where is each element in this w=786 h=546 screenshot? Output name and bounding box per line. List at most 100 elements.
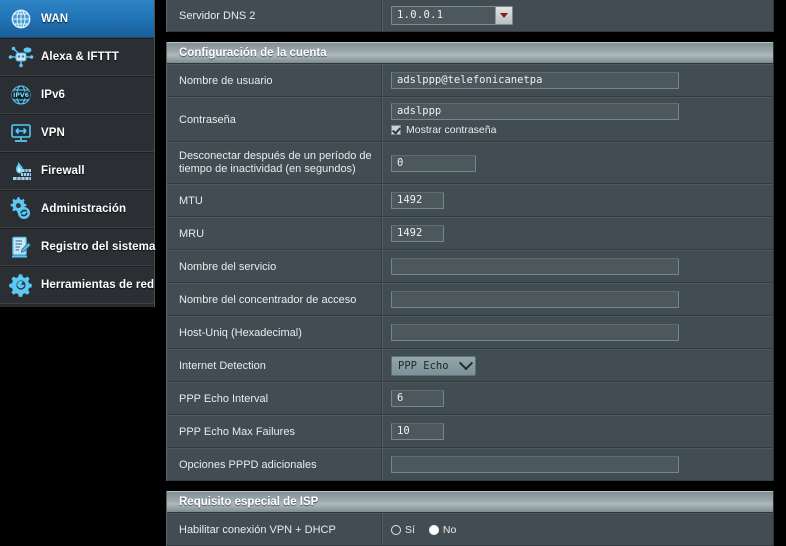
idle-disconnect-input[interactable] <box>391 154 476 172</box>
show-password-row[interactable]: Mostrar contraseña <box>391 124 765 136</box>
row-field: 1.0.0.1 <box>382 0 773 31</box>
row-label: Contraseña <box>167 98 382 141</box>
ppp-echo-interval-input[interactable] <box>391 390 444 407</box>
show-password-label: Mostrar contraseña <box>406 124 497 136</box>
row-field <box>382 143 773 183</box>
row-field <box>382 449 773 480</box>
sidebar-item-label: Herramientas de red <box>41 279 155 291</box>
sidebar-item-ipv6[interactable]: IPV6 IPv6 <box>0 76 154 114</box>
host-uniq-input[interactable] <box>391 324 679 341</box>
row-servidor-dns-2: Servidor DNS 2 1.0.0.1 <box>167 0 773 32</box>
radio-label: Sí <box>405 523 415 536</box>
username-input[interactable] <box>391 72 679 89</box>
row-label: Nombre del servicio <box>167 251 382 282</box>
row-label: Opciones PPPD adicionales <box>167 449 382 480</box>
row-internet-detection: Internet Detection PPP Echo <box>167 349 773 382</box>
row-label: Nombre de usuario <box>167 65 382 96</box>
firewall-flame-icon <box>8 158 34 184</box>
radio-icon <box>391 524 401 535</box>
row-field <box>382 251 773 282</box>
panel-divider <box>166 32 774 42</box>
mtu-input[interactable] <box>391 192 444 209</box>
radio-option-no[interactable]: No <box>428 523 457 536</box>
alexa-ifttt-icon <box>8 44 34 70</box>
radio-option-si[interactable]: Sí <box>391 524 415 536</box>
row-opciones-pppd: Opciones PPPD adicionales <box>167 448 773 481</box>
internet-detection-value: PPP Echo <box>398 359 449 372</box>
sidebar-item-label: Firewall <box>41 165 85 177</box>
isp-requirement-panel: Requisito especial de ISP Habilitar cone… <box>166 491 774 546</box>
row-field <box>382 317 773 348</box>
sidebar-item-label: Alexa & IFTTT <box>41 51 119 63</box>
sidebar-item-label: Administración <box>41 203 127 215</box>
vpn-monitor-icon <box>8 120 34 146</box>
row-label: PPP Echo Max Failures <box>167 416 382 447</box>
password-input[interactable] <box>391 103 679 120</box>
row-label: Nombre del concentrador de acceso <box>167 284 382 315</box>
row-mru: MRU <box>167 217 773 250</box>
gear-refresh-icon <box>8 196 34 222</box>
chevron-down-icon <box>500 13 508 18</box>
service-name-input[interactable] <box>391 258 679 275</box>
dns-panel: Servidor DNS 2 1.0.0.1 <box>166 0 774 32</box>
panel-divider <box>166 481 774 491</box>
row-mtu: MTU <box>167 184 773 217</box>
log-document-icon <box>8 234 34 260</box>
dropdown-toggle-button[interactable] <box>495 7 512 24</box>
ppp-echo-max-failures-input[interactable] <box>391 423 444 440</box>
row-label: Habilitar conexión VPN + DHCP <box>167 514 382 545</box>
row-label: MTU <box>167 185 382 216</box>
row-label: Internet Detection <box>167 350 382 381</box>
row-label: PPP Echo Interval <box>167 383 382 414</box>
row-nombre-de-usuario: Nombre de usuario <box>167 64 773 97</box>
sidebar-item-label: WAN <box>41 12 69 25</box>
sidebar-item-alexa-ifttt[interactable]: Alexa & IFTTT <box>0 38 154 76</box>
sidebar-item-label: Registro del sistema <box>41 241 156 253</box>
svg-text:IPV6: IPV6 <box>13 92 29 99</box>
row-field <box>382 416 773 447</box>
chevron-down-icon <box>458 355 474 370</box>
main-content: Servidor DNS 2 1.0.0.1 Configuración de … <box>166 0 774 546</box>
row-label: MRU <box>167 218 382 249</box>
row-field <box>382 383 773 414</box>
sidebar-item-registro-del-sistema[interactable]: Registro del sistema <box>0 228 156 266</box>
section-header-account: Configuración de la cuenta <box>167 42 773 64</box>
sidebar-item-herramientas-de-red[interactable]: Herramientas de red <box>0 266 154 304</box>
dns2-dropdown-value: 1.0.0.1 <box>397 9 444 21</box>
row-ppp-echo-interval: PPP Echo Interval <box>167 382 773 415</box>
row-field <box>382 218 773 249</box>
row-field: Sí No <box>382 514 773 545</box>
row-ppp-echo-max-failures: PPP Echo Max Failures <box>167 415 773 448</box>
sidebar-item-firewall[interactable]: Firewall <box>0 152 154 190</box>
dns2-dropdown[interactable]: 1.0.0.1 <box>391 6 513 25</box>
row-nombre-concentrador-acceso: Nombre del concentrador de acceso <box>167 283 773 316</box>
access-concentrator-input[interactable] <box>391 291 679 308</box>
additional-pppd-options-input[interactable] <box>391 456 679 473</box>
globe-icon <box>8 6 34 32</box>
show-password-checkbox[interactable] <box>391 125 401 135</box>
account-settings-panel: Configuración de la cuenta Nombre de usu… <box>166 42 774 481</box>
row-field: Mostrar contraseña <box>382 98 773 141</box>
row-field: PPP Echo <box>382 350 773 381</box>
gear-wrench-icon <box>8 272 34 298</box>
row-label: Servidor DNS 2 <box>167 0 382 31</box>
row-nombre-del-servicio: Nombre del servicio <box>167 250 773 283</box>
vpn-dhcp-radio-group: Sí No <box>391 524 765 536</box>
sidebar-item-wan[interactable]: WAN <box>0 0 154 38</box>
mru-input[interactable] <box>391 225 444 242</box>
sidebar-item-label: VPN <box>41 127 65 139</box>
section-header-isp: Requisito especial de ISP <box>167 491 773 513</box>
row-host-uniq: Host-Uniq (Hexadecimal) <box>167 316 773 349</box>
ipv6-globe-icon: IPV6 <box>8 82 34 108</box>
sidebar-item-vpn[interactable]: VPN <box>0 114 154 152</box>
sidebar-nav: WAN Alexa & IFTTT IPV6 IPv6 VPN Firewall… <box>0 0 155 307</box>
row-habilitar-vpn-dhcp: Habilitar conexión VPN + DHCP Sí No <box>167 513 773 546</box>
sidebar-item-administracion[interactable]: Administración <box>0 190 154 228</box>
row-contrasena: Contraseña Mostrar contraseña <box>167 97 773 142</box>
row-field <box>382 185 773 216</box>
radio-label: No <box>442 523 457 536</box>
router-admin-screen: WAN Alexa & IFTTT IPV6 IPv6 VPN Firewall… <box>0 0 786 546</box>
internet-detection-select[interactable]: PPP Echo <box>391 355 476 376</box>
row-idle-disconnect: Desconectar después de un período de tie… <box>167 142 773 184</box>
row-label: Host-Uniq (Hexadecimal) <box>167 317 382 348</box>
